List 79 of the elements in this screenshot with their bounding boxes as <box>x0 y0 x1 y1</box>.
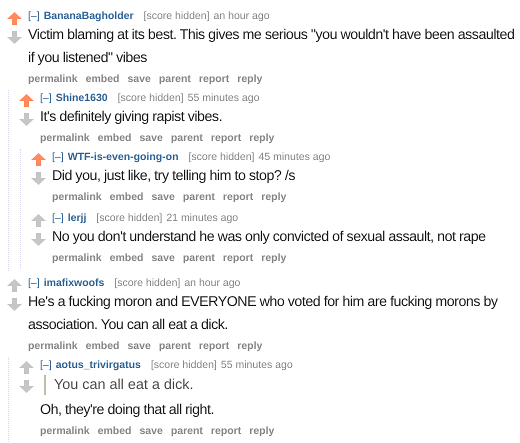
downvote-arrow-icon[interactable] <box>6 31 22 44</box>
upvote-arrow-icon[interactable] <box>6 12 22 25</box>
action-link[interactable]: save <box>151 189 175 205</box>
action-link[interactable]: report <box>222 250 254 266</box>
comment-text: It's definitely giving rapist vibes. <box>40 108 224 127</box>
action-link[interactable]: embed <box>110 189 144 205</box>
author-link[interactable]: BananaBagholder <box>44 8 134 24</box>
action-link[interactable]: permalink <box>40 423 90 439</box>
collapse-toggle[interactable]: [–] <box>52 149 64 165</box>
collapse-toggle[interactable]: [–] <box>28 8 40 24</box>
timestamp: 45 minutes ago <box>258 150 330 165</box>
upvote-arrow-icon[interactable] <box>18 94 34 107</box>
author-link[interactable]: WTF-is-even-going-on <box>68 149 179 165</box>
action-link[interactable]: reply <box>261 250 286 266</box>
collapse-toggle[interactable]: [–] <box>28 275 40 291</box>
downvote-arrow-icon[interactable] <box>18 113 34 126</box>
downvote-arrow-icon[interactable] <box>6 298 22 311</box>
author-link[interactable]: imafixwoofs <box>44 275 104 291</box>
action-link[interactable]: report <box>222 189 254 205</box>
action-link[interactable]: embed <box>98 130 132 146</box>
action-link[interactable]: save <box>139 130 163 146</box>
upvote-arrow-icon[interactable] <box>18 361 34 374</box>
comment-text: Oh, they're doing that all right. <box>40 401 215 420</box>
action-link[interactable]: report <box>198 338 230 354</box>
action-link[interactable]: embed <box>98 423 132 439</box>
action-link[interactable]: report <box>210 130 242 146</box>
author-link[interactable]: Shine1630 <box>56 90 108 106</box>
author-link[interactable]: lerjj <box>68 210 86 226</box>
collapse-toggle[interactable]: [–] <box>52 210 64 226</box>
timestamp: 55 minutes ago <box>220 358 293 373</box>
action-link[interactable]: parent <box>170 423 203 439</box>
downvote-arrow-icon[interactable] <box>18 380 34 393</box>
action-link[interactable]: permalink <box>40 130 90 146</box>
score-label: [score hidden] <box>118 91 184 106</box>
comment-text: Did you, just like, try telling him to stop? /s <box>52 167 296 186</box>
action-link[interactable]: reply <box>249 423 274 439</box>
upvote-arrow-icon[interactable] <box>30 214 46 227</box>
action-link[interactable]: parent <box>182 250 215 266</box>
author-link[interactable]: aotus_trivirgatus <box>56 357 141 373</box>
upvote-arrow-icon[interactable] <box>6 279 22 292</box>
action-link[interactable]: reply <box>237 338 262 354</box>
quoted-text: You can all eat a dick. <box>44 375 520 395</box>
action-link[interactable]: report <box>198 71 230 87</box>
comment-text: Victim blaming at its best. This gives me serious "you wouldn't have been assaulted if you listened" vibes <box>28 26 516 68</box>
comment-text: No you don't understand he was only convicted of sexual assault, not rape <box>52 228 487 247</box>
action-link[interactable]: parent <box>170 130 203 146</box>
action-link[interactable]: save <box>151 250 175 266</box>
action-link[interactable]: parent <box>182 189 215 205</box>
action-link[interactable]: parent <box>158 338 191 354</box>
timestamp: 21 minutes ago <box>166 211 238 226</box>
timestamp: 55 minutes ago <box>188 91 260 106</box>
score-label: [score hidden] <box>96 211 162 226</box>
action-link[interactable]: reply <box>249 130 274 146</box>
upvote-arrow-icon[interactable] <box>30 153 46 166</box>
collapse-toggle[interactable]: [–] <box>40 90 52 106</box>
action-link[interactable]: embed <box>110 250 144 266</box>
action-link[interactable]: save <box>127 71 151 87</box>
action-link[interactable]: parent <box>158 71 191 87</box>
timestamp: an hour ago <box>214 9 270 24</box>
score-label: [score hidden] <box>188 150 254 165</box>
score-label: [score hidden] <box>144 9 210 24</box>
action-link[interactable]: reply <box>261 189 286 205</box>
comment-text: He's a fucking moron and EVERYONE who voted for him are fucking morons by association. You can all eat a dick. <box>28 293 499 335</box>
action-link[interactable]: permalink <box>28 338 78 354</box>
collapse-toggle[interactable]: [–] <box>40 357 52 373</box>
action-link[interactable]: save <box>127 338 151 354</box>
action-link[interactable]: reply <box>237 71 262 87</box>
action-link[interactable]: permalink <box>52 189 102 205</box>
score-label: [score hidden] <box>150 358 217 373</box>
action-link[interactable]: permalink <box>28 71 78 87</box>
downvote-arrow-icon[interactable] <box>30 233 46 246</box>
action-link[interactable]: embed <box>86 338 120 354</box>
action-link[interactable]: report <box>210 423 242 439</box>
score-label: [score hidden] <box>114 276 180 291</box>
action-link[interactable]: embed <box>86 71 120 87</box>
timestamp: an hour ago <box>184 276 240 291</box>
action-link[interactable]: save <box>139 423 163 439</box>
downvote-arrow-icon[interactable] <box>30 172 46 185</box>
action-link[interactable]: permalink <box>52 250 102 266</box>
